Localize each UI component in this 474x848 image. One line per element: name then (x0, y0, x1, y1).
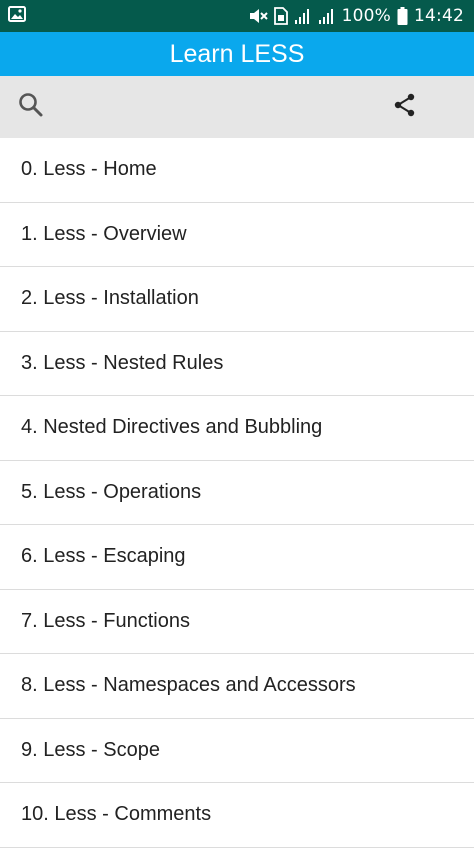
battery-icon (397, 7, 408, 25)
app-title: Learn LESS (169, 39, 305, 68)
battery-percent: 100% (341, 6, 391, 26)
status-bar: 100% 14:42 (0, 0, 474, 32)
mute-icon (248, 7, 268, 25)
list-item[interactable]: 4. Nested Directives and Bubbling (0, 396, 474, 461)
list-item[interactable]: 1. Less - Overview (0, 203, 474, 267)
list-item[interactable]: 6. Less - Escaping (0, 525, 474, 590)
sim-icon (273, 7, 288, 25)
share-button[interactable] (384, 86, 426, 128)
toolbar (0, 76, 474, 138)
list-item[interactable]: 7. Less - Functions (0, 590, 474, 654)
status-right: 100% 14:42 (248, 6, 474, 26)
clock: 14:42 (414, 6, 464, 26)
list-item[interactable]: 9. Less - Scope (0, 719, 474, 783)
list-item[interactable]: 2. Less - Installation (0, 267, 474, 332)
list-item[interactable]: 10. Less - Comments (0, 783, 474, 848)
list-item[interactable]: 0. Less - Home (0, 138, 474, 203)
status-left (0, 5, 26, 27)
search-icon (17, 91, 45, 124)
share-icon (392, 92, 418, 123)
signal-icon (318, 7, 336, 25)
topic-list: 0. Less - Home 1. Less - Overview 2. Less … (0, 138, 474, 848)
image-icon (8, 5, 26, 27)
list-item[interactable]: 3. Less - Nested Rules (0, 332, 474, 396)
signal-icon (294, 7, 312, 25)
list-item[interactable]: 5. Less - Operations (0, 461, 474, 525)
app-bar: Learn LESS (0, 32, 474, 76)
list-item[interactable]: 8. Less - Namespaces and Accessors (0, 654, 474, 719)
search-button[interactable] (10, 86, 52, 128)
